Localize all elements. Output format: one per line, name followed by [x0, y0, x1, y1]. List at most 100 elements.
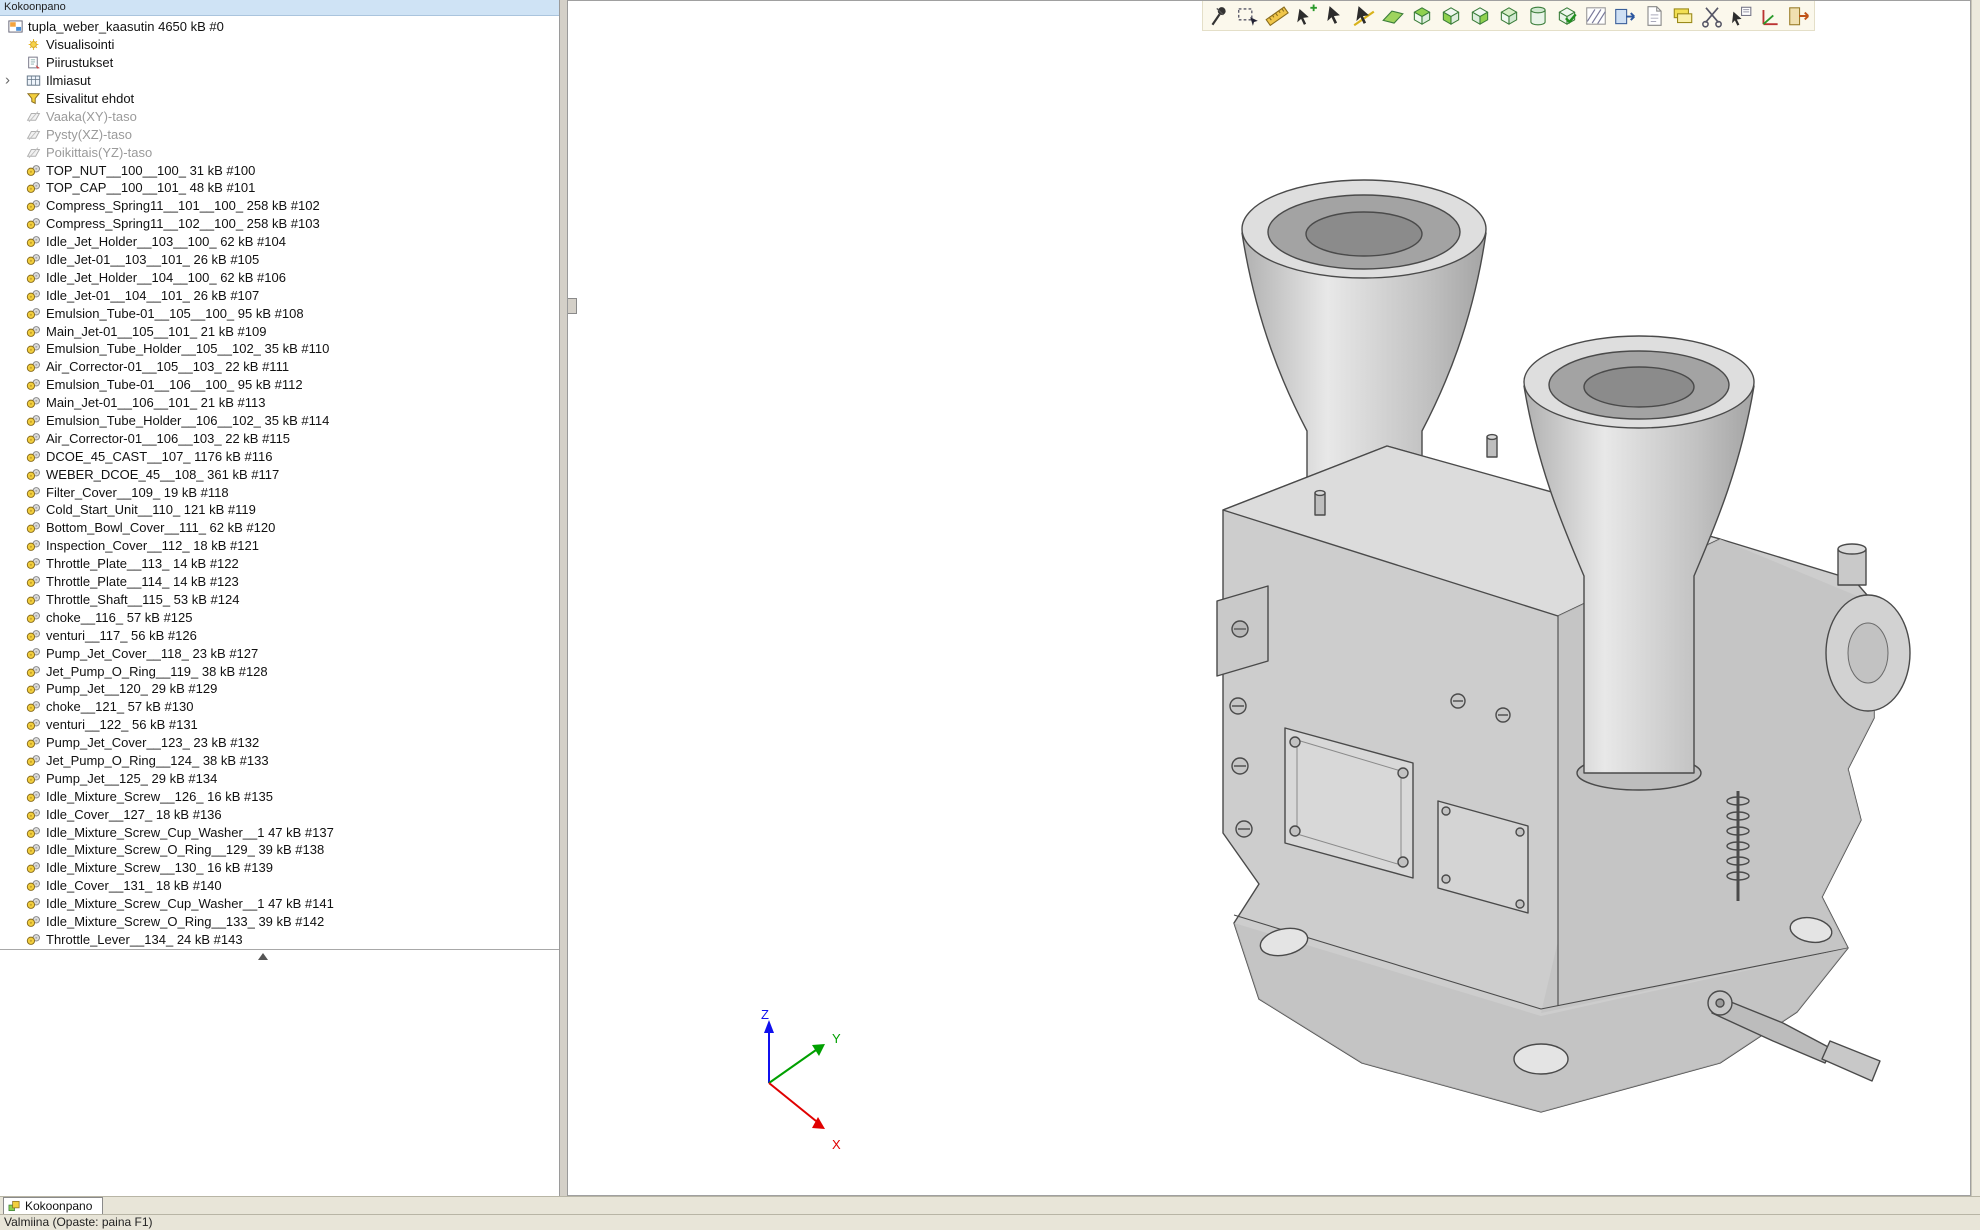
tree-item[interactable]: Air_Corrector-01__105__103_ 22 kB #111	[0, 358, 559, 376]
tree-item[interactable]: venturi__122_ 56 kB #131	[0, 716, 559, 734]
tree-item[interactable]: Inspection_Cover__112_ 18 kB #121	[0, 537, 559, 555]
tree-item[interactable]: choke__121_ 57 kB #130	[0, 698, 559, 716]
tree-item-label: Idle_Mixture_Screw_Cup_Washer__1 47 kB #…	[46, 896, 334, 911]
tree-item[interactable]: TOP_CAP__100__101_ 48 kB #101	[0, 179, 559, 197]
tree-item[interactable]: Emulsion_Tube_Holder__105__102_ 35 kB #1…	[0, 340, 559, 358]
tree-item[interactable]: venturi__117_ 56 kB #126	[0, 626, 559, 644]
tree-item-label: Air_Corrector-01__105__103_ 22 kB #111	[46, 359, 289, 374]
tree-item[interactable]: Poikittais(YZ)-taso	[0, 143, 559, 161]
part-icon	[26, 181, 41, 194]
shaded-view-icon[interactable]	[1552, 2, 1581, 29]
import-model-icon[interactable]	[1610, 2, 1639, 29]
view-cylinder-icon[interactable]	[1523, 2, 1552, 29]
pin-icon[interactable]	[1204, 2, 1233, 29]
tree-item-label: Pysty(XZ)-taso	[46, 127, 132, 142]
tree-item[interactable]: Air_Corrector-01__106__103_ 22 kB #115	[0, 429, 559, 447]
tree-item[interactable]: Filter_Cover__109_ 19 kB #118	[0, 483, 559, 501]
context-select-icon[interactable]	[1726, 2, 1755, 29]
tree-item[interactable]: Idle_Jet-01__103__101_ 26 kB #105	[0, 251, 559, 269]
view-top-icon[interactable]	[1407, 2, 1436, 29]
tree-item[interactable]: Cold_Start_Unit__110_ 121 kB #119	[0, 501, 559, 519]
local-axis-icon[interactable]	[1755, 2, 1784, 29]
tree-item[interactable]: Pump_Jet__125_ 29 kB #134	[0, 769, 559, 787]
carburetor-body-group[interactable]	[1217, 180, 1910, 1112]
measure-icon[interactable]	[1262, 2, 1291, 29]
tree-item[interactable]: Idle_Mixture_Screw__130_ 16 kB #139	[0, 859, 559, 877]
expand-chevron-icon[interactable]: ›	[5, 72, 10, 87]
tree-item[interactable]: Idle_Mixture_Screw_Cup_Washer__1 47 kB #…	[0, 895, 559, 913]
section-hatch-icon[interactable]	[1581, 2, 1610, 29]
panel-splitter[interactable]	[560, 0, 568, 1196]
tree-item[interactable]: Idle_Jet_Holder__103__100_ 62 kB #104	[0, 233, 559, 251]
tree-item[interactable]: Emulsion_Tube_Holder__106__102_ 35 kB #1…	[0, 412, 559, 430]
tree-item[interactable]: Pump_Jet_Cover__118_ 23 kB #127	[0, 644, 559, 662]
tree-item[interactable]: choke__116_ 57 kB #125	[0, 608, 559, 626]
tree-item[interactable]: Compress_Spring11__102__100_ 258 kB #103	[0, 215, 559, 233]
cursor-select-icon[interactable]	[1320, 2, 1349, 29]
splitter-handle[interactable]	[568, 298, 577, 314]
select-window-icon[interactable]	[1233, 2, 1262, 29]
tree-item[interactable]: Visualisointi	[0, 36, 559, 54]
exit-model-icon[interactable]	[1784, 2, 1813, 29]
drawing-sheet-icon[interactable]	[1639, 2, 1668, 29]
tree-item[interactable]: Esivalitut ehdot	[0, 90, 559, 108]
tree-item[interactable]: Idle_Mixture_Screw_Cup_Washer__1 47 kB #…	[0, 823, 559, 841]
part-icon	[26, 521, 41, 534]
assembly-tree: tupla_weber_kaasutin 4650 kB #0Visualiso…	[0, 18, 559, 948]
tree-item[interactable]: Idle_Mixture_Screw_O_Ring__129_ 39 kB #1…	[0, 841, 559, 859]
tree-item[interactable]: Emulsion_Tube-01__106__100_ 95 kB #112	[0, 376, 559, 394]
tree-item[interactable]: Jet_Pump_O_Ring__119_ 38 kB #128	[0, 662, 559, 680]
part-icon	[26, 360, 41, 373]
part-icon	[26, 665, 41, 678]
tree-item[interactable]: Jet_Pump_O_Ring__124_ 38 kB #133	[0, 752, 559, 770]
model-viewport[interactable]: Z Y X	[568, 0, 1971, 1196]
cursor-angle-icon[interactable]	[1349, 2, 1378, 29]
part-icon	[26, 790, 41, 803]
tree-item[interactable]: Main_Jet-01__106__101_ 21 kB #113	[0, 394, 559, 412]
view-front-icon[interactable]	[1436, 2, 1465, 29]
view-iso-icon[interactable]	[1494, 2, 1523, 29]
tree-item-label: Throttle_Lever__134_ 24 kB #143	[46, 932, 243, 947]
tree-item[interactable]: Vaaka(XY)-taso	[0, 107, 559, 125]
assembly-tab-icon	[8, 1200, 21, 1212]
tree-item[interactable]: TOP_NUT__100__100_ 31 kB #100	[0, 161, 559, 179]
tree-item[interactable]: Bottom_Bowl_Cover__111_ 62 kB #120	[0, 519, 559, 537]
cursor-snap-icon[interactable]	[1291, 2, 1320, 29]
tree-item[interactable]: Pump_Jet__120_ 29 kB #129	[0, 680, 559, 698]
tree-item[interactable]: Throttle_Shaft__115_ 53 kB #124	[0, 591, 559, 609]
tree-item[interactable]: Piirustukset	[0, 54, 559, 72]
layers-icon[interactable]	[1668, 2, 1697, 29]
tree-root-item[interactable]: tupla_weber_kaasutin 4650 kB #0	[0, 18, 559, 36]
tree-item-label: DCOE_45_CAST__107_ 1176 kB #116	[46, 449, 272, 464]
tree-item[interactable]: Throttle_Lever__134_ 24 kB #143	[0, 930, 559, 948]
tree-item[interactable]: WEBER_DCOE_45__108_ 361 kB #117	[0, 465, 559, 483]
tree-item[interactable]: Pysty(XZ)-taso	[0, 125, 559, 143]
part-icon	[26, 289, 41, 302]
tree-item-label: Idle_Mixture_Screw_Cup_Washer__1 47 kB #…	[46, 825, 334, 840]
tree-item[interactable]: Main_Jet-01__105__101_ 21 kB #109	[0, 322, 559, 340]
part-icon	[26, 826, 41, 839]
tab-kokoonpano[interactable]: Kokoonpano	[3, 1197, 103, 1214]
tree-item[interactable]: Idle_Jet_Holder__104__100_ 62 kB #106	[0, 268, 559, 286]
tree-item[interactable]: Emulsion_Tube-01__105__100_ 95 kB #108	[0, 304, 559, 322]
tree-item[interactable]: Idle_Cover__131_ 18 kB #140	[0, 877, 559, 895]
tree-item[interactable]: Idle_Jet-01__104__101_ 26 kB #107	[0, 286, 559, 304]
trim-icon[interactable]	[1697, 2, 1726, 29]
tree-item[interactable]: Idle_Cover__127_ 18 kB #136	[0, 805, 559, 823]
view-side-icon[interactable]	[1465, 2, 1494, 29]
tree-item[interactable]: Pump_Jet_Cover__123_ 23 kB #132	[0, 734, 559, 752]
tree-item-label: Main_Jet-01__106__101_ 21 kB #113	[46, 395, 266, 410]
part-icon	[26, 772, 41, 785]
tree-item[interactable]: Compress_Spring11__101__100_ 258 kB #102	[0, 197, 559, 215]
tree-item[interactable]: Throttle_Plate__114_ 14 kB #123	[0, 573, 559, 591]
tree-item[interactable]: DCOE_45_CAST__107_ 1176 kB #116	[0, 447, 559, 465]
part-icon	[26, 897, 41, 910]
carburetor-model[interactable]: Z Y X	[568, 1, 1971, 1197]
tree-item[interactable]: Idle_Mixture_Screw_O_Ring__133_ 39 kB #1…	[0, 913, 559, 931]
work-plane-icon[interactable]	[1378, 2, 1407, 29]
tree-scroll-splitter[interactable]	[0, 949, 559, 963]
tree-item[interactable]: Idle_Mixture_Screw__126_ 16 kB #135	[0, 787, 559, 805]
scroll-up-icon[interactable]	[258, 953, 268, 960]
tree-item[interactable]: Throttle_Plate__113_ 14 kB #122	[0, 555, 559, 573]
tree-item[interactable]: ›Ilmiasut	[0, 72, 559, 90]
